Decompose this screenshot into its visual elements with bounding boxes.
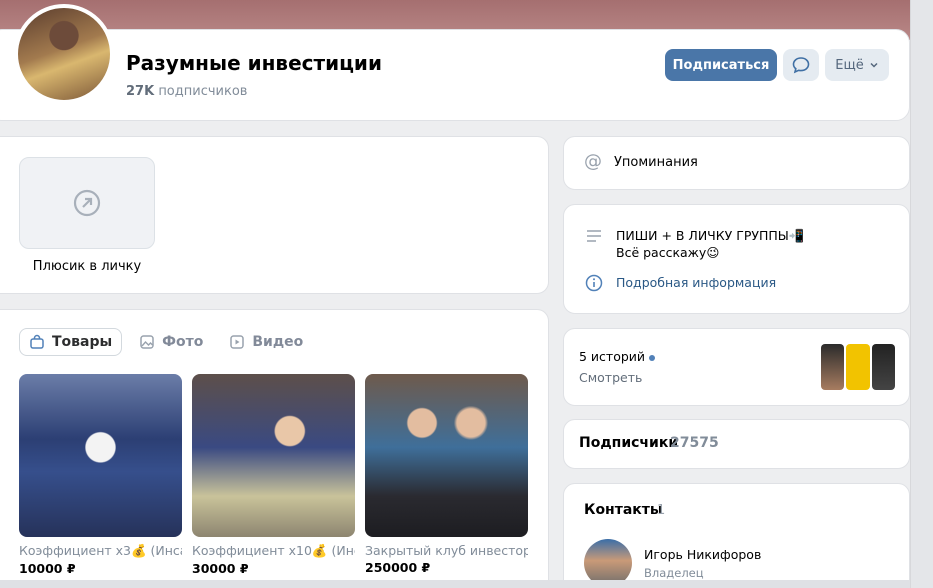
tab-goods-label: Товары bbox=[52, 334, 113, 350]
goods-name: Коэффициент х10💰 (Инсайд) bbox=[192, 543, 355, 558]
group-avatar[interactable] bbox=[14, 4, 114, 104]
stories-count: 5 историй bbox=[579, 349, 656, 364]
new-dot-icon bbox=[649, 354, 656, 361]
scrollbar-area bbox=[910, 0, 933, 588]
info-icon bbox=[585, 274, 603, 292]
contact-role: Владелец bbox=[644, 566, 704, 580]
goods-name: Закрытый клуб инвесторов bbox=[365, 543, 528, 558]
goods-item[interactable]: Закрытый клуб инвесторов 250000 ₽ bbox=[365, 374, 528, 576]
contacts-count: 1 bbox=[657, 503, 666, 518]
goods-image[interactable] bbox=[19, 374, 182, 537]
mentions-block[interactable]: @ Упоминания bbox=[563, 136, 910, 190]
story-preview bbox=[871, 344, 895, 390]
at-icon: @ bbox=[584, 151, 602, 172]
bag-icon bbox=[30, 334, 44, 349]
goods-name: Коэффициент х3💰 (Инсайд) bbox=[19, 543, 182, 558]
external-link-icon bbox=[73, 189, 101, 217]
chat-icon bbox=[792, 57, 810, 74]
link-thumbnail[interactable] bbox=[19, 157, 155, 249]
group-subscribers[interactable]: 27K подписчиков bbox=[126, 84, 247, 99]
content-tabs: Товары Фото Видео bbox=[19, 328, 312, 356]
tab-photo-label: Фото bbox=[162, 334, 204, 350]
goods-price: 30000 ₽ bbox=[192, 561, 249, 576]
chevron-down-icon bbox=[870, 62, 878, 68]
video-icon bbox=[230, 335, 245, 349]
tab-photo[interactable]: Фото bbox=[130, 328, 212, 356]
subscribers-count: 27K bbox=[126, 84, 155, 99]
group-title: Разумные инвестиции bbox=[126, 51, 382, 75]
subscribers-number: 27575 bbox=[670, 435, 719, 451]
message-button[interactable] bbox=[783, 49, 819, 81]
tab-video[interactable]: Видео bbox=[220, 328, 312, 356]
subscribers-block[interactable]: Подписчики 27575 bbox=[563, 419, 910, 469]
contacts-title: Контакты bbox=[584, 502, 663, 518]
bottom-divider bbox=[0, 580, 910, 588]
subscribe-button[interactable]: Подписаться bbox=[665, 49, 777, 81]
info-line-2: Всё расскажу😉 bbox=[616, 245, 720, 260]
tab-video-label: Видео bbox=[252, 334, 304, 350]
contact-name[interactable]: Игорь Никифоров bbox=[644, 547, 761, 562]
goods-image[interactable] bbox=[365, 374, 528, 537]
tab-goods[interactable]: Товары bbox=[19, 328, 123, 356]
more-info-link[interactable]: Подробная информация bbox=[616, 275, 776, 290]
links-block: Плюсик в личку bbox=[0, 136, 549, 294]
info-block: ПИШИ + В ЛИЧКУ ГРУППЫ📲 Всё расскажу😉 Под… bbox=[563, 204, 910, 314]
contacts-block: Контакты 1 Игорь Никифоров Владелец bbox=[563, 483, 910, 588]
goods-list: Коэффициент х3💰 (Инсайд) 10000 ₽ Коэффиц… bbox=[19, 374, 528, 576]
info-description: ПИШИ + В ЛИЧКУ ГРУППЫ📲 Всё расскажу😉 bbox=[616, 227, 804, 261]
story-preview bbox=[846, 344, 870, 390]
subscribers-label: подписчиков bbox=[158, 84, 248, 99]
stories-watch[interactable]: Смотреть bbox=[579, 370, 642, 385]
stories-count-label: 5 историй bbox=[579, 349, 646, 364]
info-line-1: ПИШИ + В ЛИЧКУ ГРУППЫ📲 bbox=[616, 228, 805, 243]
goods-item[interactable]: Коэффициент х10💰 (Инсайд) 30000 ₽ bbox=[192, 374, 355, 576]
more-button[interactable]: Ещё bbox=[825, 49, 889, 81]
goods-image[interactable] bbox=[192, 374, 355, 537]
mentions-label: Упоминания bbox=[614, 155, 698, 170]
stories-block[interactable]: 5 историй Смотреть bbox=[563, 328, 910, 406]
text-lines-icon bbox=[587, 230, 601, 242]
story-previews[interactable] bbox=[821, 344, 895, 390]
link-label[interactable]: Плюсик в личку bbox=[19, 259, 155, 274]
goods-price: 250000 ₽ bbox=[365, 560, 431, 575]
story-preview bbox=[821, 344, 845, 390]
image-icon bbox=[140, 335, 154, 349]
subscribers-title: Подписчики bbox=[579, 435, 679, 451]
goods-item[interactable]: Коэффициент х3💰 (Инсайд) 10000 ₽ bbox=[19, 374, 182, 576]
goods-price: 10000 ₽ bbox=[19, 561, 76, 576]
more-label: Ещё bbox=[835, 57, 864, 73]
content-block: Товары Фото Видео Коэффициент х3💰 (Инсай… bbox=[0, 309, 549, 588]
